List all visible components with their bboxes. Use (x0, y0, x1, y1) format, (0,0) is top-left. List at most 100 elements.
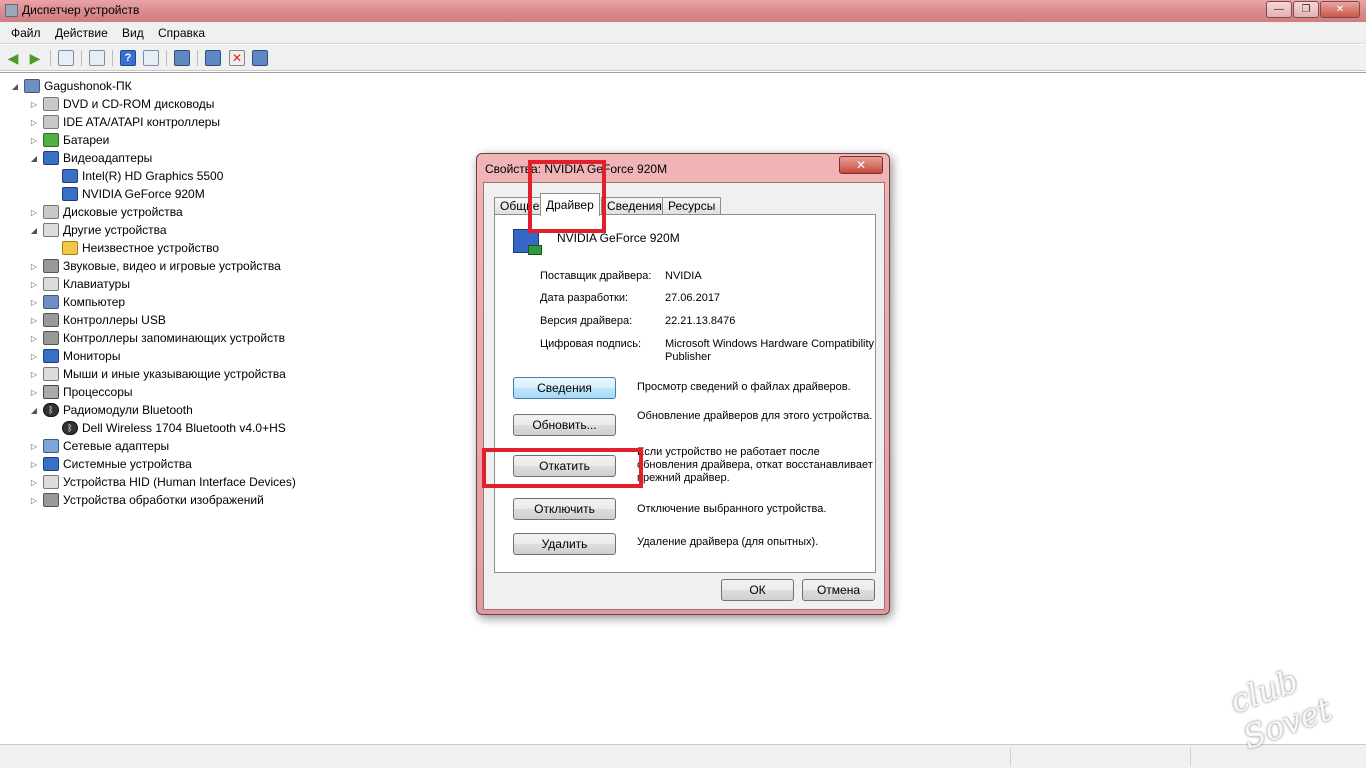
digital-signer-label: Цифровая подпись: (540, 338, 642, 350)
tab-resources[interactable]: Ресурсы (662, 197, 722, 215)
maximize-button[interactable]: ❐ (1293, 1, 1319, 18)
back-arrow-icon[interactable]: ◀ (5, 50, 21, 66)
update-driver-button[interactable]: Обновить... (513, 414, 616, 436)
tree-item-mice[interactable]: ▷ Мыши и иные указывающие устройства (29, 365, 286, 383)
tree-item-computer[interactable]: ▷ Компьютер (29, 293, 125, 311)
minimize-button[interactable]: — (1266, 1, 1292, 18)
tree-root[interactable]: ◢ Gagushonok-ПК (10, 77, 132, 95)
expand-arrow-icon[interactable]: ▷ (29, 478, 39, 487)
tree-item-monitors[interactable]: ▷ Мониторы (29, 347, 120, 365)
tree-item-processors[interactable]: ▷ Процессоры (29, 383, 133, 401)
tree-root-label: Gagushonok-ПК (44, 79, 132, 93)
disable-device-icon[interactable] (252, 50, 268, 66)
roll-back-driver-button[interactable]: Откатить (513, 455, 616, 477)
tab-general[interactable]: Общие (494, 197, 546, 215)
tree-item-bluetooth[interactable]: ◢ ᛒ Радиомодули Bluetooth (29, 401, 193, 419)
expand-arrow-icon[interactable]: ▷ (29, 298, 39, 307)
display-adapter-icon (43, 151, 59, 165)
computer-icon (43, 295, 59, 309)
tree-item-network[interactable]: ▷ Сетевые адаптеры (29, 437, 169, 455)
sound-icon (43, 259, 59, 273)
expand-arrow-icon[interactable]: ▷ (29, 316, 39, 325)
collapse-arrow-icon[interactable]: ◢ (29, 406, 39, 415)
update-driver-icon[interactable] (205, 50, 221, 66)
tree-item-dell-bluetooth[interactable]: ᛒ Dell Wireless 1704 Bluetooth v4.0+HS (62, 419, 286, 437)
dialog-close-button[interactable]: ✕ (839, 156, 883, 174)
collapse-arrow-icon[interactable]: ◢ (29, 154, 39, 163)
computer-icon (24, 79, 40, 93)
tree-item-label: Dell Wireless 1704 Bluetooth v4.0+HS (82, 421, 286, 435)
toolbar-separator (197, 50, 198, 66)
tree-item-system-devices[interactable]: ▷ Системные устройства (29, 455, 192, 473)
action-pane-icon[interactable] (143, 50, 159, 66)
forward-arrow-icon[interactable]: ▶ (27, 50, 43, 66)
battery-icon (43, 133, 59, 147)
tree-item-video-adapters[interactable]: ◢ Видеоадаптеры (29, 149, 152, 167)
ok-button[interactable]: ОК (721, 579, 794, 601)
tree-item-disk-devices[interactable]: ▷ Дисковые устройства (29, 203, 183, 221)
tree-item-label: Звуковые, видео и игровые устройства (63, 259, 281, 273)
driver-date-value: 27.06.2017 (665, 292, 721, 304)
expand-arrow-icon[interactable]: ▷ (29, 460, 39, 469)
driver-provider-value: NVIDIA (665, 270, 702, 282)
expand-arrow-icon[interactable]: ▷ (29, 496, 39, 505)
status-bar (0, 744, 1366, 768)
properties-icon[interactable] (89, 50, 105, 66)
driver-details-button[interactable]: Сведения (513, 377, 616, 399)
expand-arrow-icon[interactable]: ▷ (29, 442, 39, 451)
tree-item-usb[interactable]: ▷ Контроллеры USB (29, 311, 166, 329)
collapse-arrow-icon[interactable]: ◢ (29, 226, 39, 235)
cancel-button[interactable]: Отмена (802, 579, 875, 601)
expand-arrow-icon[interactable]: ▷ (29, 370, 39, 379)
scan-hardware-icon[interactable] (174, 50, 190, 66)
menu-file[interactable]: Файл (11, 26, 41, 40)
system-device-icon (43, 457, 59, 471)
tree-item-storage-controllers[interactable]: ▷ Контроллеры запоминающих устройств (29, 329, 285, 347)
tree-item-label: Сетевые адаптеры (63, 439, 170, 453)
tree-item-batteries[interactable]: ▷ Батареи (29, 131, 109, 149)
close-button[interactable]: ✕ (1320, 1, 1360, 18)
expand-arrow-icon[interactable]: ▷ (29, 100, 39, 109)
uninstall-icon[interactable]: ✕ (229, 50, 245, 66)
expand-arrow-icon[interactable]: ▷ (29, 136, 39, 145)
help-icon[interactable]: ? (120, 50, 136, 66)
expand-arrow-icon[interactable]: ▷ (29, 118, 39, 127)
tree-item-imaging[interactable]: ▷ Устройства обработки изображений (29, 491, 264, 509)
tree-item-sound[interactable]: ▷ Звуковые, видео и игровые устройства (29, 257, 281, 275)
expand-arrow-icon[interactable]: ▷ (29, 352, 39, 361)
menu-view[interactable]: Вид (122, 26, 144, 40)
uninstall-driver-button[interactable]: Удалить (513, 533, 616, 555)
tree-item-hid[interactable]: ▷ Устройства HID (Human Interface Device… (29, 473, 296, 491)
tree-item-label: Системные устройства (63, 457, 192, 471)
tree-item-intel-graphics[interactable]: Intel(R) HD Graphics 5500 (62, 167, 223, 185)
network-icon (43, 439, 59, 453)
keyboard-icon (43, 277, 59, 291)
tree-item-label: Intel(R) HD Graphics 5500 (82, 169, 224, 183)
show-hide-console-tree-icon[interactable] (58, 50, 74, 66)
mouse-icon (43, 367, 59, 381)
tree-item-keyboards[interactable]: ▷ Клавиатуры (29, 275, 130, 293)
expand-arrow-icon[interactable]: ▷ (29, 280, 39, 289)
menu-bar: Файл Действие Вид Справка (0, 22, 1366, 44)
collapse-arrow-icon[interactable]: ◢ (10, 82, 20, 91)
expand-arrow-icon[interactable]: ▷ (29, 262, 39, 271)
tab-driver[interactable]: Драйвер (540, 193, 600, 216)
tree-item-label: Неизвестное устройство (82, 241, 220, 255)
menu-action[interactable]: Действие (55, 26, 108, 40)
tree-item-other-devices[interactable]: ◢ Другие устройства (29, 221, 167, 239)
tree-item-label: Радиомодули Bluetooth (63, 403, 193, 417)
expand-arrow-icon[interactable]: ▷ (29, 208, 39, 217)
tree-item-label: Дисковые устройства (63, 205, 183, 219)
tree-item-nvidia-geforce[interactable]: NVIDIA GeForce 920M (62, 185, 205, 203)
toolbar-separator (81, 50, 82, 66)
driver-version-label: Версия драйвера: (540, 315, 633, 327)
disable-device-button[interactable]: Отключить (513, 498, 616, 520)
tab-details[interactable]: Сведения (601, 197, 668, 215)
tree-item-unknown-device[interactable]: Неизвестное устройство (62, 239, 219, 257)
menu-help[interactable]: Справка (158, 26, 205, 40)
processor-icon (43, 385, 59, 399)
expand-arrow-icon[interactable]: ▷ (29, 388, 39, 397)
tree-item-ide[interactable]: ▷ IDE ATA/ATAPI контроллеры (29, 113, 220, 131)
tree-item-dvd[interactable]: ▷ DVD и CD-ROM дисководы (29, 95, 214, 113)
expand-arrow-icon[interactable]: ▷ (29, 334, 39, 343)
